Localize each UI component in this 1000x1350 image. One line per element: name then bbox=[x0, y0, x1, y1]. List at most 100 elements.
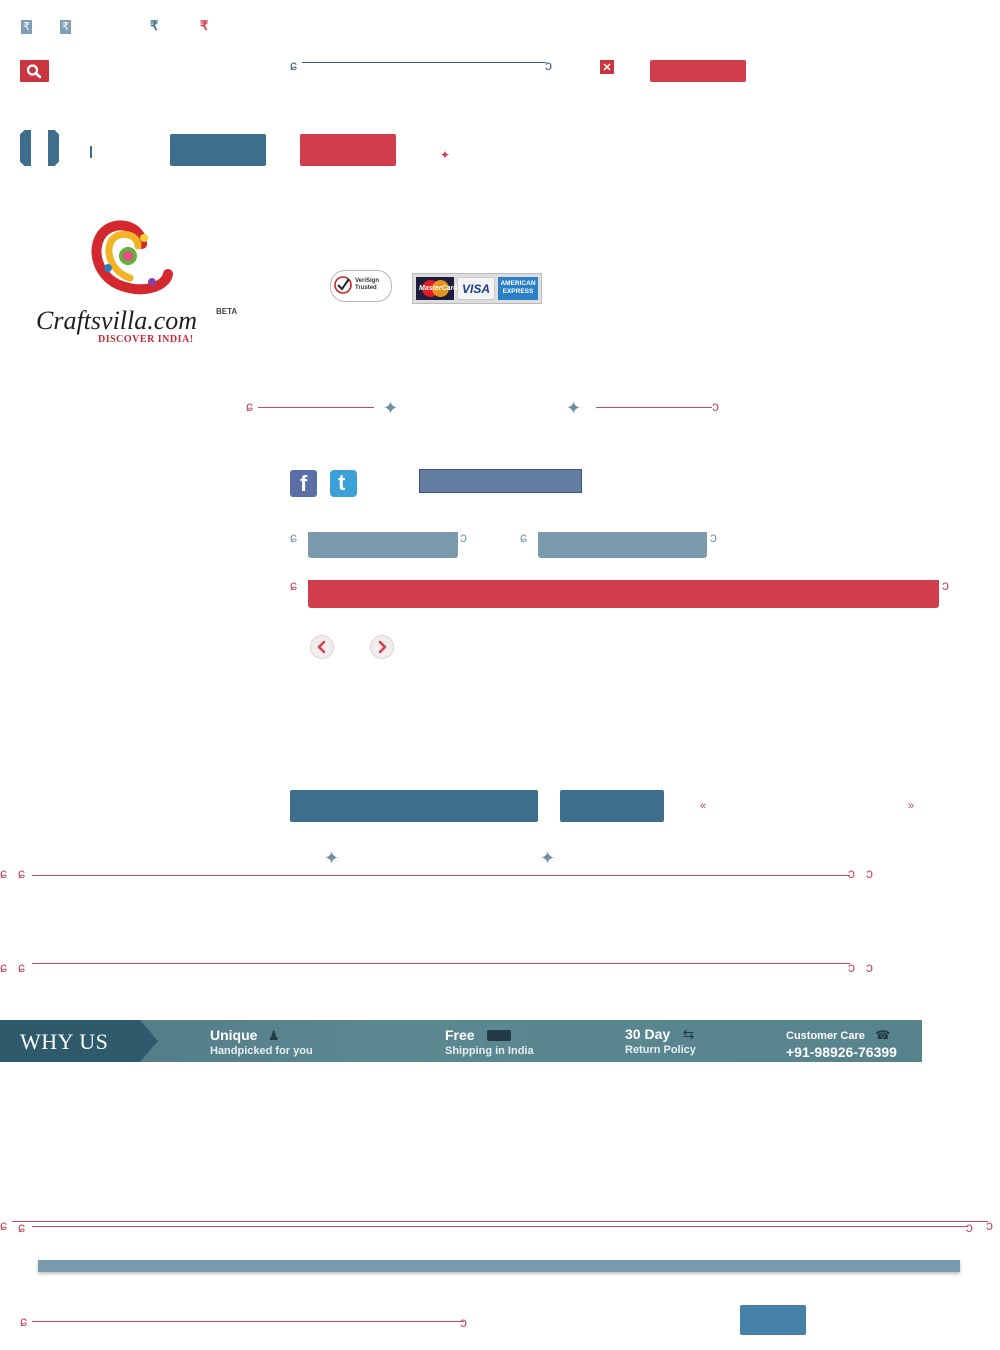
wide-red-banner[interactable]: ɕ ɔ bbox=[290, 578, 958, 610]
rupee-icon-red[interactable]: ₹ bbox=[200, 19, 208, 33]
sparkle-icon: ✦ bbox=[440, 148, 451, 162]
ornament-curl-left-2: ɕ bbox=[18, 1219, 25, 1235]
prev-button[interactable] bbox=[310, 635, 334, 659]
logo-swirl-icon bbox=[91, 220, 173, 295]
why-us-band: WHY US Unique ♟ Handpicked for you Free … bbox=[0, 1020, 922, 1062]
why-us-subtext: Shipping in India bbox=[445, 1045, 534, 1057]
star-icon: ✦ bbox=[540, 848, 556, 868]
header-red-button[interactable] bbox=[650, 60, 746, 82]
newsletter-input[interactable]: ɕ ɔ bbox=[20, 1314, 475, 1330]
ornament-line bbox=[302, 62, 546, 63]
star-icon: ✦ bbox=[566, 398, 582, 418]
why-us-heading: 30 Day bbox=[625, 1026, 671, 1042]
wide-blue-button[interactable] bbox=[290, 790, 538, 822]
small-blue-button[interactable] bbox=[560, 790, 664, 822]
ornament-curl-left-2: ɕ bbox=[18, 959, 25, 975]
mastercard-badge: MasterCard bbox=[416, 277, 458, 300]
ornament-curl-right: ɔ bbox=[460, 1314, 467, 1330]
payment-cards: MasterCard VISA AMERICAN EXPRESS bbox=[412, 273, 542, 304]
banner-left[interactable]: ɕ ɔ bbox=[290, 530, 475, 560]
ornament-curl-right: ɔ bbox=[460, 529, 467, 545]
why-us-subtext: Return Policy bbox=[625, 1044, 696, 1056]
ornament-curl-right-2: ɔ bbox=[866, 865, 873, 881]
star-icon: ✦ bbox=[324, 848, 340, 868]
phone-icon: ☎ bbox=[875, 1028, 891, 1042]
exchange-arrows-icon: ⇆ bbox=[682, 1026, 695, 1042]
verisign-badge: VeriSign Trusted bbox=[330, 270, 392, 302]
facebook-button[interactable]: f bbox=[290, 470, 317, 497]
footer-ornament-divider: ɕ ɕ ɔ ɔ bbox=[0, 1218, 1000, 1234]
full-ornament-divider-2: ɕ ɕ ɔ ɔ bbox=[0, 960, 882, 974]
why-us-item-care: Customer Care ☎ +91-98926-76399 bbox=[786, 1026, 922, 1060]
ornament-curl-right: ɔ bbox=[710, 529, 717, 545]
rupee-symbol: ₹ bbox=[23, 21, 30, 33]
why-us-subtext: Handpicked for you bbox=[210, 1045, 313, 1057]
craftsvilla-logo[interactable]: BETA Craftsvilla.com DISCOVER INDIA! bbox=[20, 216, 245, 348]
search-icon bbox=[26, 64, 42, 79]
rupee-symbol: ₹ bbox=[62, 21, 69, 33]
full-ornament-divider: ɕ ɕ ɔ ɔ bbox=[0, 866, 882, 880]
why-us-item-return: 30 Day ⇆ Return Policy bbox=[625, 1026, 765, 1056]
close-button[interactable] bbox=[600, 60, 614, 74]
banner-left-body bbox=[308, 532, 458, 558]
mastercard-label: MasterCard bbox=[419, 285, 458, 292]
star-icon: ✦ bbox=[383, 398, 399, 418]
ornament-curl-left: ɕ bbox=[0, 959, 7, 975]
ornament-curl-right: ɔ bbox=[966, 1219, 973, 1235]
why-us-title: WHY US bbox=[20, 1029, 109, 1054]
ornament-curl-left-2: ɕ bbox=[18, 865, 25, 881]
subscribe-button[interactable] bbox=[740, 1305, 806, 1335]
double-chevron-right-icon[interactable]: » bbox=[908, 800, 914, 812]
why-us-phone: +91-98926-76399 bbox=[786, 1044, 897, 1060]
ornament-curl-left: ɕ bbox=[246, 398, 253, 414]
chevron-right-icon bbox=[378, 640, 387, 654]
ornament-curl-left: ɕ bbox=[0, 865, 7, 881]
section-divider-ornament: ɕ ✦ ✦ ɔ bbox=[246, 398, 726, 418]
logo-beta-tag: BETA bbox=[216, 307, 238, 316]
logo-tagline: DISCOVER INDIA! bbox=[98, 334, 194, 345]
person-icon: ♟ bbox=[267, 1028, 280, 1043]
divider-bar bbox=[90, 146, 92, 158]
banner-right[interactable]: ɕ ɔ bbox=[520, 530, 725, 560]
wide-red-banner-body bbox=[308, 580, 939, 608]
visa-badge: VISA bbox=[457, 277, 495, 300]
chevron-left-icon bbox=[317, 640, 326, 654]
facebook-icon: f bbox=[300, 471, 308, 496]
ornament-curl-left: ɕ bbox=[290, 577, 297, 593]
rupee-icon-box-2[interactable]: ₹ bbox=[60, 20, 71, 34]
ornament-curl-right-2: ɔ bbox=[866, 959, 873, 975]
close-icon bbox=[603, 63, 611, 71]
rupee-icon-box-1[interactable]: ₹ bbox=[21, 20, 32, 34]
ornament-curl-right: ɔ bbox=[545, 57, 552, 73]
next-button[interactable] bbox=[370, 635, 394, 659]
ornament-line bbox=[32, 1321, 464, 1322]
rupee-icon-blue[interactable]: ₹ bbox=[150, 19, 158, 33]
search-button[interactable] bbox=[20, 60, 49, 82]
amex-label: AMERICAN EXPRESS bbox=[500, 280, 536, 295]
toggle-right-tab[interactable] bbox=[48, 130, 59, 166]
toggle-left-tab[interactable] bbox=[20, 130, 31, 166]
check-icon bbox=[334, 276, 352, 294]
ornament-curl-right: ɔ bbox=[712, 398, 719, 414]
why-us-tab: WHY US bbox=[0, 1020, 158, 1062]
amex-badge: AMERICAN EXPRESS bbox=[498, 277, 538, 300]
ornament-line-top bbox=[12, 1221, 988, 1222]
ornament-line bbox=[32, 875, 850, 876]
ornament-line bbox=[32, 963, 850, 964]
banner-right-body bbox=[538, 532, 707, 558]
why-us-heading: Free bbox=[445, 1027, 475, 1043]
visa-label: VISA bbox=[462, 282, 491, 296]
double-chevron-left-icon[interactable]: « bbox=[700, 800, 706, 812]
ornament-curl-left: ɕ bbox=[0, 1217, 7, 1233]
twitter-button[interactable]: t bbox=[330, 470, 357, 497]
why-us-item-free: Free Shipping in India bbox=[445, 1027, 595, 1057]
search-input[interactable]: ɕ ɔ bbox=[290, 58, 558, 72]
nav-blue-button[interactable] bbox=[170, 134, 266, 166]
truck-icon bbox=[487, 1030, 512, 1042]
ornament-curl-left: ɕ bbox=[520, 529, 527, 545]
nav-red-button[interactable] bbox=[300, 134, 396, 166]
ornament-curl-right: ɔ bbox=[942, 577, 949, 593]
ornament-curl-left: ɕ bbox=[290, 529, 297, 545]
ornament-line-left bbox=[258, 407, 374, 408]
social-share-bar[interactable] bbox=[419, 469, 582, 493]
